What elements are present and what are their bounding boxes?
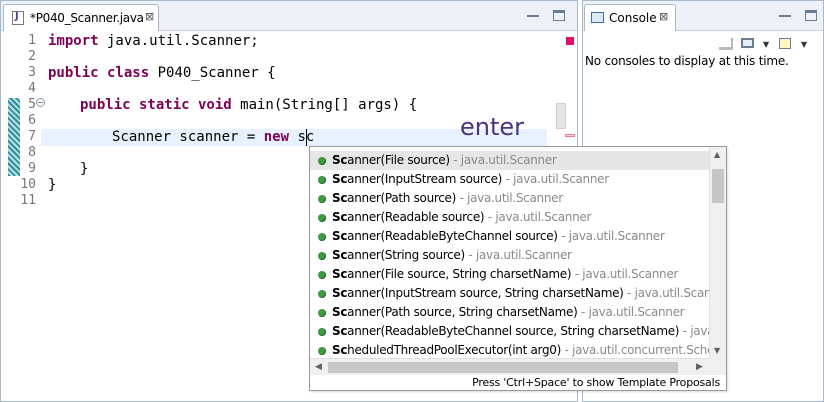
maximize-icon[interactable]	[553, 10, 565, 21]
maximize-icon[interactable]	[805, 10, 817, 21]
annotation-label: enter	[460, 113, 525, 141]
proposal-item[interactable]: Scanner(Path source) - java.util.Scanner	[310, 189, 709, 208]
console-icon	[591, 12, 604, 23]
code-line-3[interactable]: public class P040_Scanner {	[48, 65, 276, 82]
code-line-7[interactable]: Scanner scanner = new sc	[112, 129, 314, 146]
line-number: 8	[28, 145, 36, 160]
keyword: import	[48, 33, 99, 49]
editor-tab-title: *P040_Scanner.java	[30, 11, 144, 25]
line-number: 3	[28, 65, 36, 80]
proposal-item[interactable]: Scanner(Path source, String charsetName)…	[310, 303, 709, 322]
method-icon	[318, 290, 326, 298]
scroll-left-icon[interactable]: ◀	[315, 362, 322, 372]
fold-icon[interactable]: −	[36, 98, 45, 107]
code-line-1[interactable]: import java.util.Scanner;	[48, 33, 259, 50]
keyword: public class	[48, 65, 150, 81]
error-indicator[interactable]	[566, 37, 574, 45]
proposal-item[interactable]: Scanner(Readable source) - java.util.Sca…	[310, 208, 709, 227]
vertical-scrollbar[interactable]: ▲ ▼	[709, 147, 726, 358]
line-number: 10	[20, 177, 36, 192]
proposal-text: Scanner(ReadableByteChannel source) - ja…	[332, 229, 665, 243]
new-console-icon[interactable]	[779, 38, 791, 49]
scroll-thumb[interactable]	[328, 362, 678, 373]
line-number: 7	[28, 129, 36, 144]
method-icon	[318, 214, 326, 222]
code-text: java.util.Scanner;	[98, 33, 259, 49]
console-tab-title: Console	[609, 11, 657, 25]
java-file-icon	[12, 11, 24, 25]
line-number-gutter[interactable]: 1 2 3 4 5 6 7 8 9 10 11	[2, 33, 40, 401]
editor-tab[interactable]: *P040_Scanner.java ⊠	[3, 4, 159, 31]
proposal-text: Scanner(String source) - java.util.Scann…	[332, 248, 572, 262]
scroll-down-icon[interactable]: ▼	[714, 346, 720, 355]
occurrence-marker[interactable]	[565, 134, 575, 137]
line-number: 11	[20, 193, 36, 208]
keyword: public static void	[80, 97, 232, 113]
method-icon	[318, 347, 326, 355]
minimize-icon[interactable]	[527, 10, 539, 17]
close-icon[interactable]: ⊠	[145, 10, 154, 23]
method-icon	[318, 271, 326, 279]
code-line-9[interactable]: }	[80, 161, 88, 178]
code-line-10[interactable]: }	[48, 177, 56, 194]
display-console-icon[interactable]	[741, 38, 754, 48]
method-icon	[318, 252, 326, 260]
proposal-item[interactable]: Scanner(InputStream source, String chars…	[310, 284, 709, 303]
proposal-item[interactable]: Scanner(File source, String charsetName)…	[310, 265, 709, 284]
line-number: 5	[28, 97, 36, 112]
editor-scroll-thumb[interactable]	[556, 103, 566, 129]
line-number: 6	[28, 113, 36, 128]
proposal-text: Scanner(InputStream source) - java.util.…	[332, 172, 609, 186]
method-icon	[318, 157, 326, 165]
console-tab-bar: Console ⊠	[583, 1, 823, 31]
code-text: main(String[] args) {	[231, 97, 418, 113]
keyword: new	[263, 129, 290, 145]
method-icon	[318, 328, 326, 336]
proposal-item[interactable]: Scanner(ReadableByteChannel source, Stri…	[310, 322, 709, 341]
console-message: No consoles to display at this time.	[585, 54, 789, 68]
method-icon	[318, 233, 326, 241]
console-tab[interactable]: Console ⊠	[584, 4, 676, 31]
method-icon	[318, 195, 326, 203]
proposal-item[interactable]: Scanner(String source) - java.util.Scann…	[310, 246, 709, 265]
proposal-list[interactable]: Scanner(File source) - java.util.Scanner…	[310, 147, 709, 358]
scroll-right-icon[interactable]: ▶	[696, 362, 703, 372]
line-number: 2	[28, 49, 36, 64]
code-text: sc	[289, 129, 315, 145]
proposal-text: Scanner(Readable source) - java.util.Sca…	[332, 210, 592, 224]
text-cursor	[306, 129, 307, 146]
code-text: Scanner scanner =	[112, 129, 264, 145]
close-icon[interactable]: ⊠	[659, 10, 668, 23]
proposal-text: ScheduledThreadPoolExecutor(int arg0) - …	[332, 343, 709, 357]
line-number: 1	[28, 33, 36, 48]
method-icon	[318, 176, 326, 184]
scrollbar-corner	[709, 358, 726, 375]
proposal-item[interactable]: Scanner(InputStream source) - java.util.…	[310, 170, 709, 189]
scroll-thumb[interactable]	[712, 169, 724, 203]
proposal-item[interactable]: Scanner(File source) - java.util.Scanner	[310, 151, 709, 170]
horizontal-scrollbar[interactable]: ◀ ▶	[310, 358, 709, 375]
line-number: 4	[28, 81, 36, 96]
scroll-up-icon[interactable]: ▲	[714, 150, 720, 159]
editor-tab-bar: *P040_Scanner.java ⊠	[1, 1, 577, 31]
proposal-item[interactable]: ScheduledThreadPoolExecutor(int arg0) - …	[310, 341, 709, 358]
proposal-text: Scanner(File source) - java.util.Scanner	[332, 153, 557, 167]
proposal-text: Scanner(Path source, String charsetName)…	[332, 305, 685, 319]
minimize-icon[interactable]	[779, 10, 791, 17]
proposal-item[interactable]: Scanner(ReadableByteChannel source) - ja…	[310, 227, 709, 246]
proposal-text: Scanner(File source, String charsetName)…	[332, 267, 679, 281]
proposal-text: Scanner(InputStream source, String chars…	[332, 286, 709, 300]
console-toolbar: ▼ ▼	[583, 31, 823, 53]
proposal-text: Scanner(ReadableByteChannel source, Stri…	[332, 324, 709, 338]
chevron-down-icon[interactable]: ▼	[763, 40, 769, 49]
code-text: P040_Scanner {	[149, 65, 276, 81]
proposal-text: Scanner(Path source) - java.util.Scanner	[332, 191, 563, 205]
line-number: 9	[28, 161, 36, 176]
content-assist-popup: Scanner(File source) - java.util.Scanner…	[309, 146, 727, 391]
chevron-down-icon[interactable]: ▼	[801, 40, 807, 49]
code-line-5[interactable]: public static void main(String[] args) {	[80, 97, 417, 114]
pin-icon[interactable]	[719, 38, 733, 50]
method-icon	[318, 309, 326, 317]
assist-status-text: Press 'Ctrl+Space' to show Template Prop…	[472, 376, 720, 389]
